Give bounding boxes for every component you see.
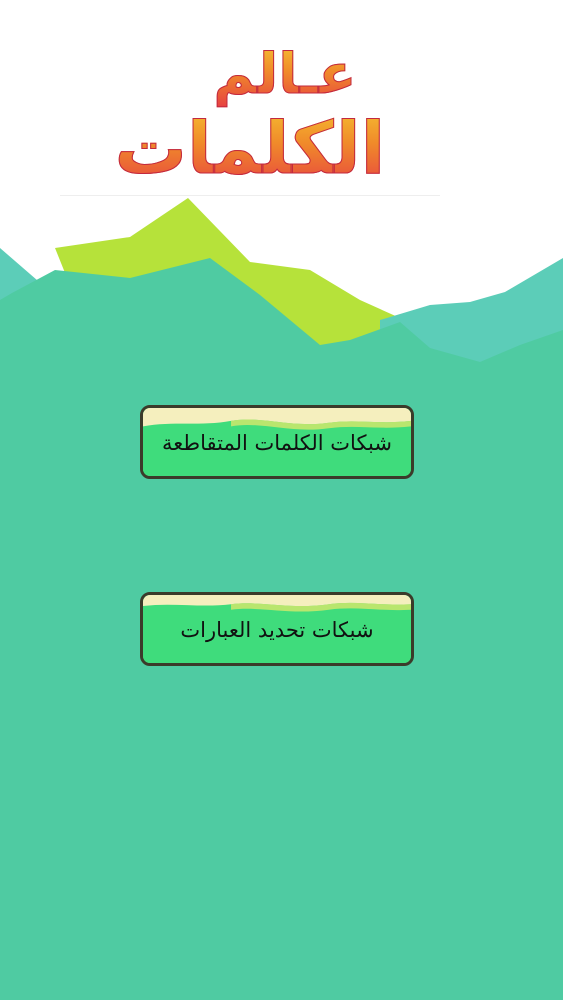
logo-divider (60, 195, 440, 196)
crossword-grids-button[interactable]: شبكات الكلمات المتقاطعة (140, 405, 414, 479)
main-menu-screen: عـالم الكلمات شبكات الكلمات المتقاطعة شب… (0, 0, 563, 1000)
crossword-grids-label: شبكات الكلمات المتقاطعة (162, 431, 392, 455)
logo-title-line1: عـالم (60, 40, 440, 110)
phrase-grids-button[interactable]: شبكات تحديد العبارات (140, 592, 414, 666)
app-logo: عـالم الكلمات (60, 40, 440, 200)
logo-title-line2: الكلمات (60, 102, 440, 194)
phrase-grids-label: شبكات تحديد العبارات (180, 618, 374, 642)
